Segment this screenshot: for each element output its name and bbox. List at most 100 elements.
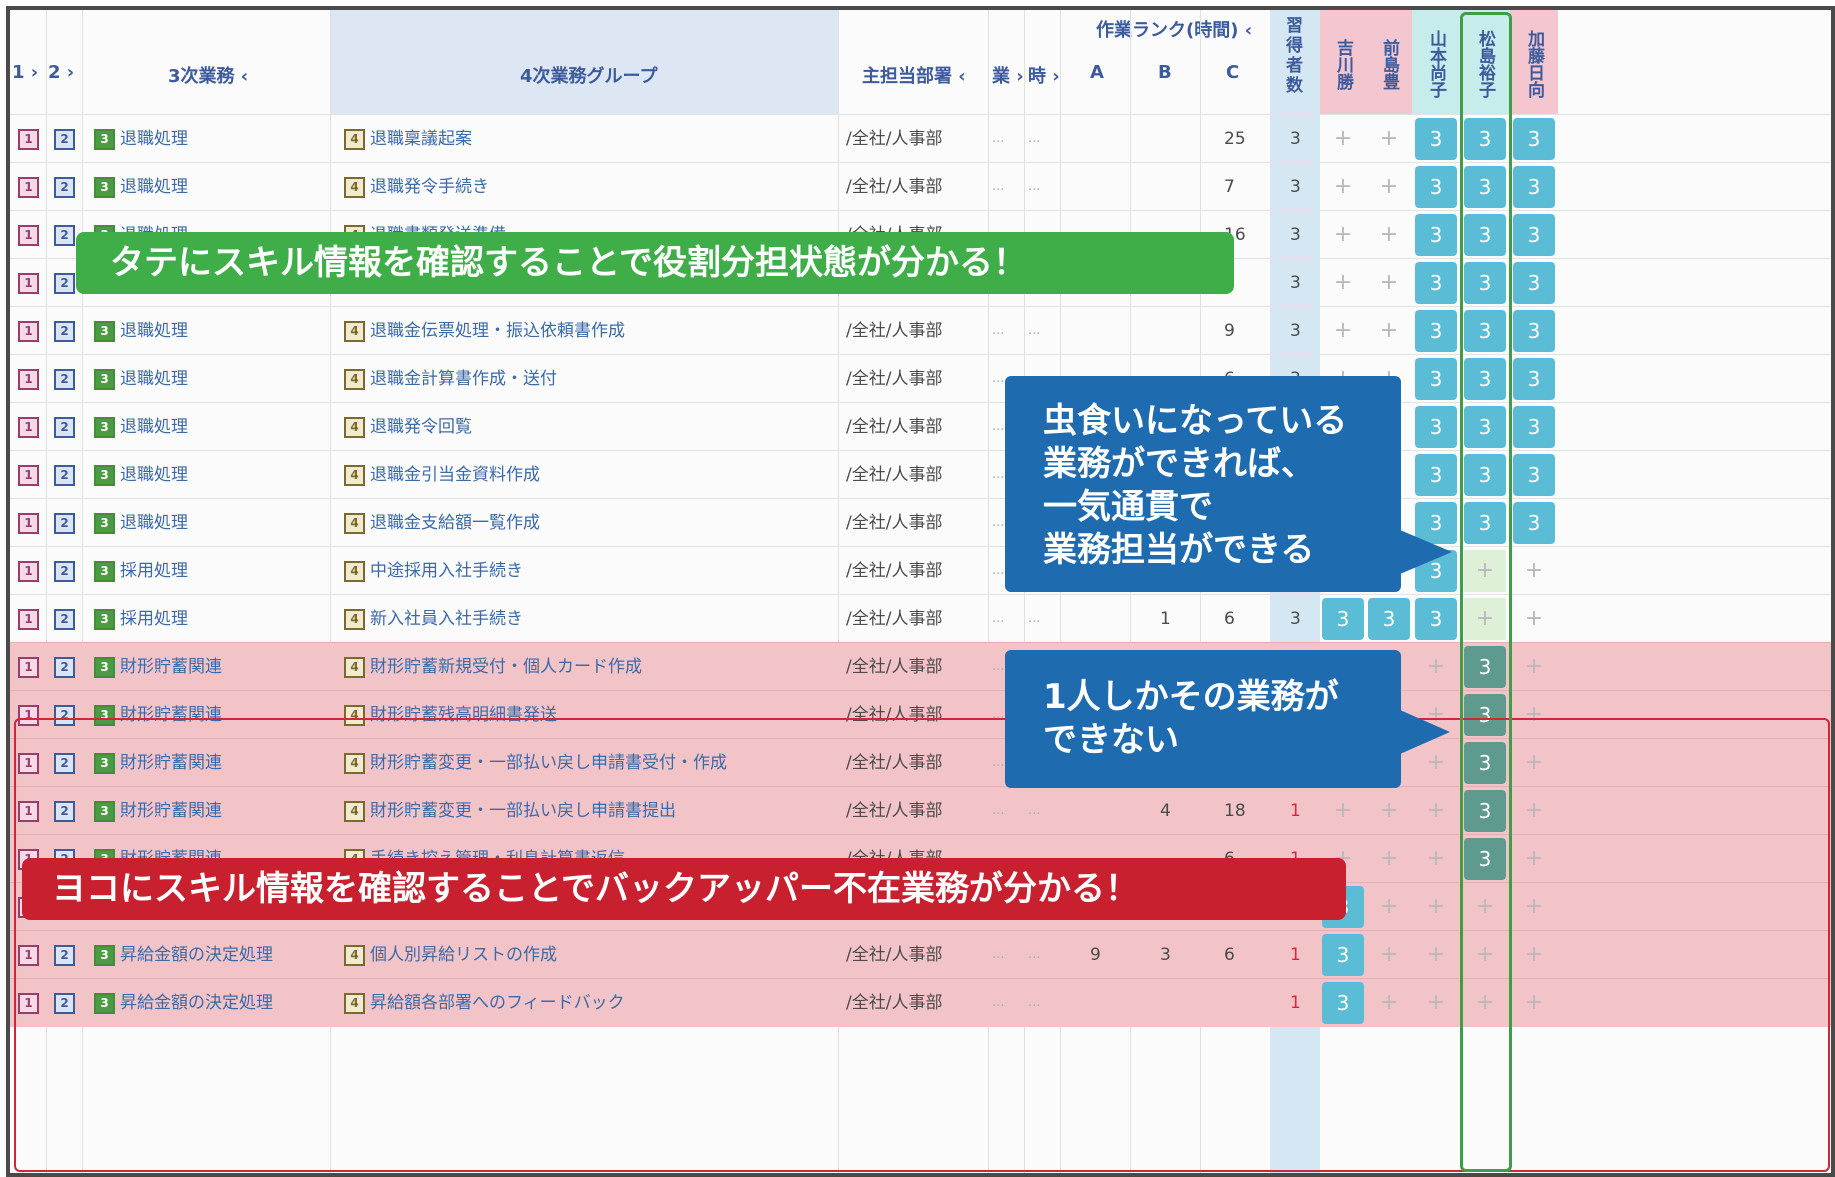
person-header[interactable]: 前島豊 [1366,16,1412,112]
level1-badge[interactable]: 1 [18,128,39,150]
level4-task-link[interactable]: 退職稟議起案 [370,129,472,149]
level2-header[interactable]: 2 › [48,62,74,83]
skill-level-cell[interactable]: 3 [1415,214,1457,256]
skill-level-cell[interactable]: + [1322,262,1364,304]
level4-task-link[interactable]: 財形貯蓄新規受付・個人カード作成 [370,657,642,677]
skill-level-cell[interactable]: 3 [1513,262,1555,304]
level2-badge[interactable]: 2 [54,176,75,198]
skill-level-cell[interactable]: 3 [1513,310,1555,352]
level2-badge[interactable]: 2 [54,512,75,534]
table-row[interactable]: 123退職処理4退職金引当金資料作成/全社/人事部......333 [10,450,1831,499]
skill-level-cell[interactable]: 3 [1513,358,1555,400]
skill-level-cell[interactable]: + [1513,598,1555,640]
level4-task-link[interactable]: 中途採用入社手続き [370,561,523,581]
level4-task-link[interactable]: 退職金計算書作成・送付 [370,369,557,389]
level2-badge[interactable]: 2 [54,128,75,150]
table-row[interactable]: 1 2 3 退職処理 4 退職稟議起案/全社/人事部...... 25 3 + +3 3 3 [10,114,1831,163]
level4-task-link[interactable]: 退職金伝票処理・振込依頼書作成 [370,321,625,341]
skill-level-cell[interactable]: + [1368,214,1410,256]
skill-level-cell[interactable]: 3 [1415,118,1457,160]
skill-level-cell[interactable]: + [1368,166,1410,208]
level3-task-link[interactable]: 採用処理 [120,561,188,581]
level3-task-link[interactable]: 退職処理 [120,177,188,197]
level1-badge[interactable]: 1 [18,608,39,630]
level3-task-link[interactable]: 退職処理 [120,129,188,149]
skill-level-cell[interactable]: 3 [1415,310,1457,352]
level2-badge[interactable]: 2 [54,272,75,294]
level2-badge[interactable]: 2 [54,608,75,630]
level2-badge[interactable]: 2 [54,368,75,390]
level2-badge[interactable]: 2 [54,224,75,246]
skill-level-cell[interactable]: 3 [1513,454,1555,496]
rank-group-header[interactable]: 作業ランク(時間) ‹ [1096,16,1252,42]
skill-level-cell[interactable]: + [1322,166,1364,208]
level3-task-link[interactable]: 財形貯蓄関連 [120,657,222,677]
level2-badge[interactable]: 2 [54,464,75,486]
skill-level-cell[interactable]: 3 [1368,598,1410,640]
skill-level-cell[interactable]: + [1513,646,1555,688]
level1-badge[interactable]: 1 [18,176,39,198]
level4-task-link[interactable]: 新入社員入社手続き [370,609,523,629]
skill-level-cell[interactable]: + [1322,310,1364,352]
level1-badge[interactable]: 1 [18,464,39,486]
skill-level-cell[interactable]: 3 [1415,166,1457,208]
level4-task-link[interactable]: 退職発令回覧 [370,417,472,437]
skill-level-cell[interactable]: 3 [1415,598,1457,640]
table-row[interactable]: 1 2 3 退職処理 4 退職発令手続き/全社/人事部...... 7 3 + +3 3 3 [10,162,1831,211]
skill-level-cell[interactable]: 3 [1513,406,1555,448]
table-row[interactable]: 123退職処理4退職金支給額一覧作成/全社/人事部......333 [10,498,1831,547]
skill-level-cell[interactable]: 3 [1513,118,1555,160]
level3-header[interactable]: 3次業務 ‹ [168,62,248,88]
level1-badge[interactable]: 1 [18,416,39,438]
level2-badge[interactable]: 2 [54,416,75,438]
table-row[interactable]: 123退職処理4退職金計算書作成・送付/全社/人事部......63++333 [10,354,1831,403]
table-row[interactable]: 1 2 3 退職処理 4 退職金伝票処理・振込依頼書作成/全社/人事部...... 9 3 + +… [10,306,1831,355]
skill-level-cell[interactable]: 3 [1322,598,1364,640]
level2-badge[interactable]: 2 [54,320,75,342]
level3-task-link[interactable]: 退職処理 [120,321,188,341]
level3-task-link[interactable]: 退職処理 [120,465,188,485]
skill-level-cell[interactable]: 3 [1415,262,1457,304]
skill-level-cell[interactable]: 3 [1415,406,1457,448]
level1-badge[interactable]: 1 [18,320,39,342]
level1-badge[interactable]: 1 [18,512,39,534]
level1-badge[interactable]: 1 [18,224,39,246]
skill-level-cell[interactable]: + [1415,646,1457,688]
level1-badge[interactable]: 1 [18,560,39,582]
level2-badge[interactable]: 2 [54,656,75,678]
table-row[interactable]: 123退職処理4退職発令回覧/全社/人事部......333 [10,402,1831,451]
level1-header[interactable]: 1 › [12,62,38,83]
skill-level-cell[interactable]: + [1322,118,1364,160]
skill-level-cell[interactable]: 3 [1415,454,1457,496]
level4-task-link[interactable]: 退職発令手続き [370,177,489,197]
table-row[interactable]: 123採用処理4中途採用入社手続き/全社/人事部......3++ [10,546,1831,595]
level3-task-link[interactable]: 退職処理 [120,369,188,389]
level4-task-link[interactable]: 退職金支給額一覧作成 [370,513,540,533]
level4-task-link[interactable]: 退職金引当金資料作成 [370,465,540,485]
skill-level-cell[interactable]: 3 [1513,502,1555,544]
skill-level-cell[interactable]: 3 [1415,358,1457,400]
skill-level-cell[interactable]: + [1322,214,1364,256]
time-header[interactable]: 時 › [1028,62,1060,88]
level1-badge[interactable]: 1 [18,368,39,390]
level2-badge[interactable]: 2 [54,560,75,582]
level3-task-link[interactable]: 退職処理 [120,417,188,437]
level3-task-link[interactable]: 採用処理 [120,609,188,629]
work-header[interactable]: 業 › [992,62,1024,88]
skill-level-cell[interactable]: 3 [1513,214,1555,256]
person-header[interactable]: 吉川勝 [1320,16,1366,112]
table-row[interactable]: 1 2 3 採用処理 4 新入社員入社手続き/全社/人事部...... 1 6 3 3 3 3 + + [10,594,1831,643]
level1-badge[interactable]: 1 [18,656,39,678]
table-row[interactable]: 123財形貯蓄関連4財形貯蓄新規受付・個人カード作成/全社/人事部......5… [10,642,1831,691]
level4-header[interactable]: 4次業務グループ [520,62,657,88]
skill-level-cell[interactable]: + [1368,118,1410,160]
skill-level-cell[interactable]: + [1368,310,1410,352]
skill-level-cell[interactable]: 3 [1513,166,1555,208]
skill-level-cell[interactable]: + [1513,550,1555,592]
level1-badge[interactable]: 1 [18,272,39,294]
skill-level-cell[interactable]: + [1368,262,1410,304]
person-header[interactable]: 山本尚子 [1412,16,1460,112]
level3-task-link[interactable]: 退職処理 [120,513,188,533]
dept-header[interactable]: 主担当部署 ‹ [862,62,966,88]
person-header[interactable]: 加藤日向 [1510,16,1558,112]
